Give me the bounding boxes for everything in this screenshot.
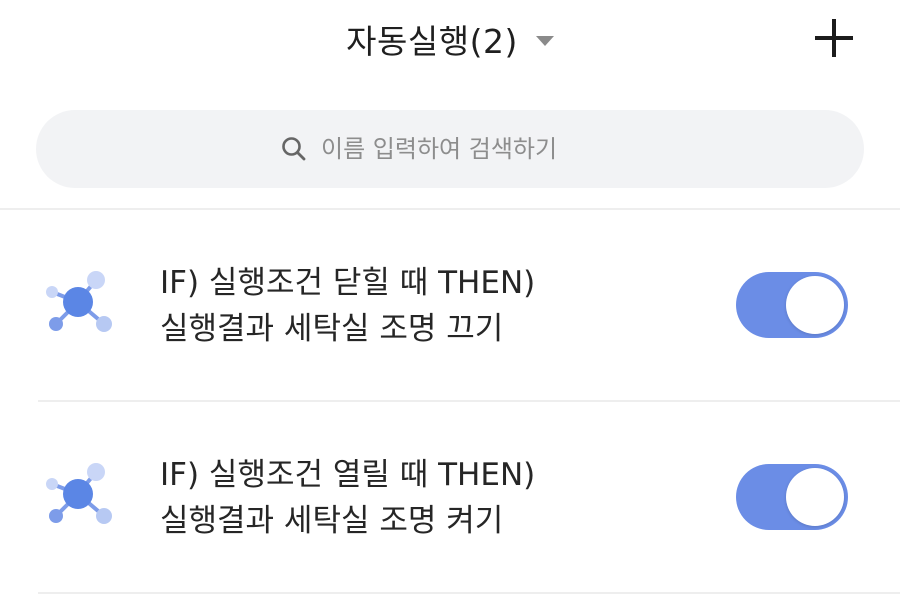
automation-description: IF) 실행조건 닫힐 때 THEN) 실행결과 세탁실 조명 끄기 — [160, 260, 700, 352]
automation-node-icon — [46, 463, 112, 524]
page-title: 자동실행(2) — [346, 22, 518, 61]
title-dropdown[interactable]: 자동실행(2) — [0, 14, 900, 64]
automation-node-icon — [46, 271, 112, 332]
automation-item[interactable]: IF) 실행조건 열릴 때 THEN) 실행결과 세탁실 조명 켜기 — [0, 402, 900, 594]
divider — [38, 592, 900, 594]
automation-item[interactable]: IF) 실행조건 닫힐 때 THEN) 실행결과 세탁실 조명 끄기 — [0, 210, 900, 402]
caret-down-icon — [535, 36, 554, 46]
toggle-knob — [786, 468, 844, 526]
result-text: 실행결과 세탁실 조명 켜기 — [160, 503, 504, 539]
toggle-knob — [786, 276, 844, 334]
result-text: 실행결과 세탁실 조명 끄기 — [160, 311, 504, 347]
condition-text: IF) 실행조건 닫힐 때 THEN) — [160, 265, 536, 301]
automation-list: IF) 실행조건 닫힐 때 THEN) 실행결과 세탁실 조명 끄기 IF) 실… — [0, 210, 900, 594]
search-icon — [282, 137, 306, 161]
search-input[interactable] — [321, 135, 621, 163]
automation-toggle[interactable] — [736, 272, 848, 338]
add-automation-button[interactable] — [810, 14, 858, 62]
header: 자동실행(2) — [0, 0, 900, 80]
search-bar[interactable] — [36, 110, 864, 188]
condition-text: IF) 실행조건 열릴 때 THEN) — [160, 457, 536, 493]
automation-description: IF) 실행조건 열릴 때 THEN) 실행결과 세탁실 조명 켜기 — [160, 452, 700, 544]
automation-toggle[interactable] — [736, 464, 848, 530]
